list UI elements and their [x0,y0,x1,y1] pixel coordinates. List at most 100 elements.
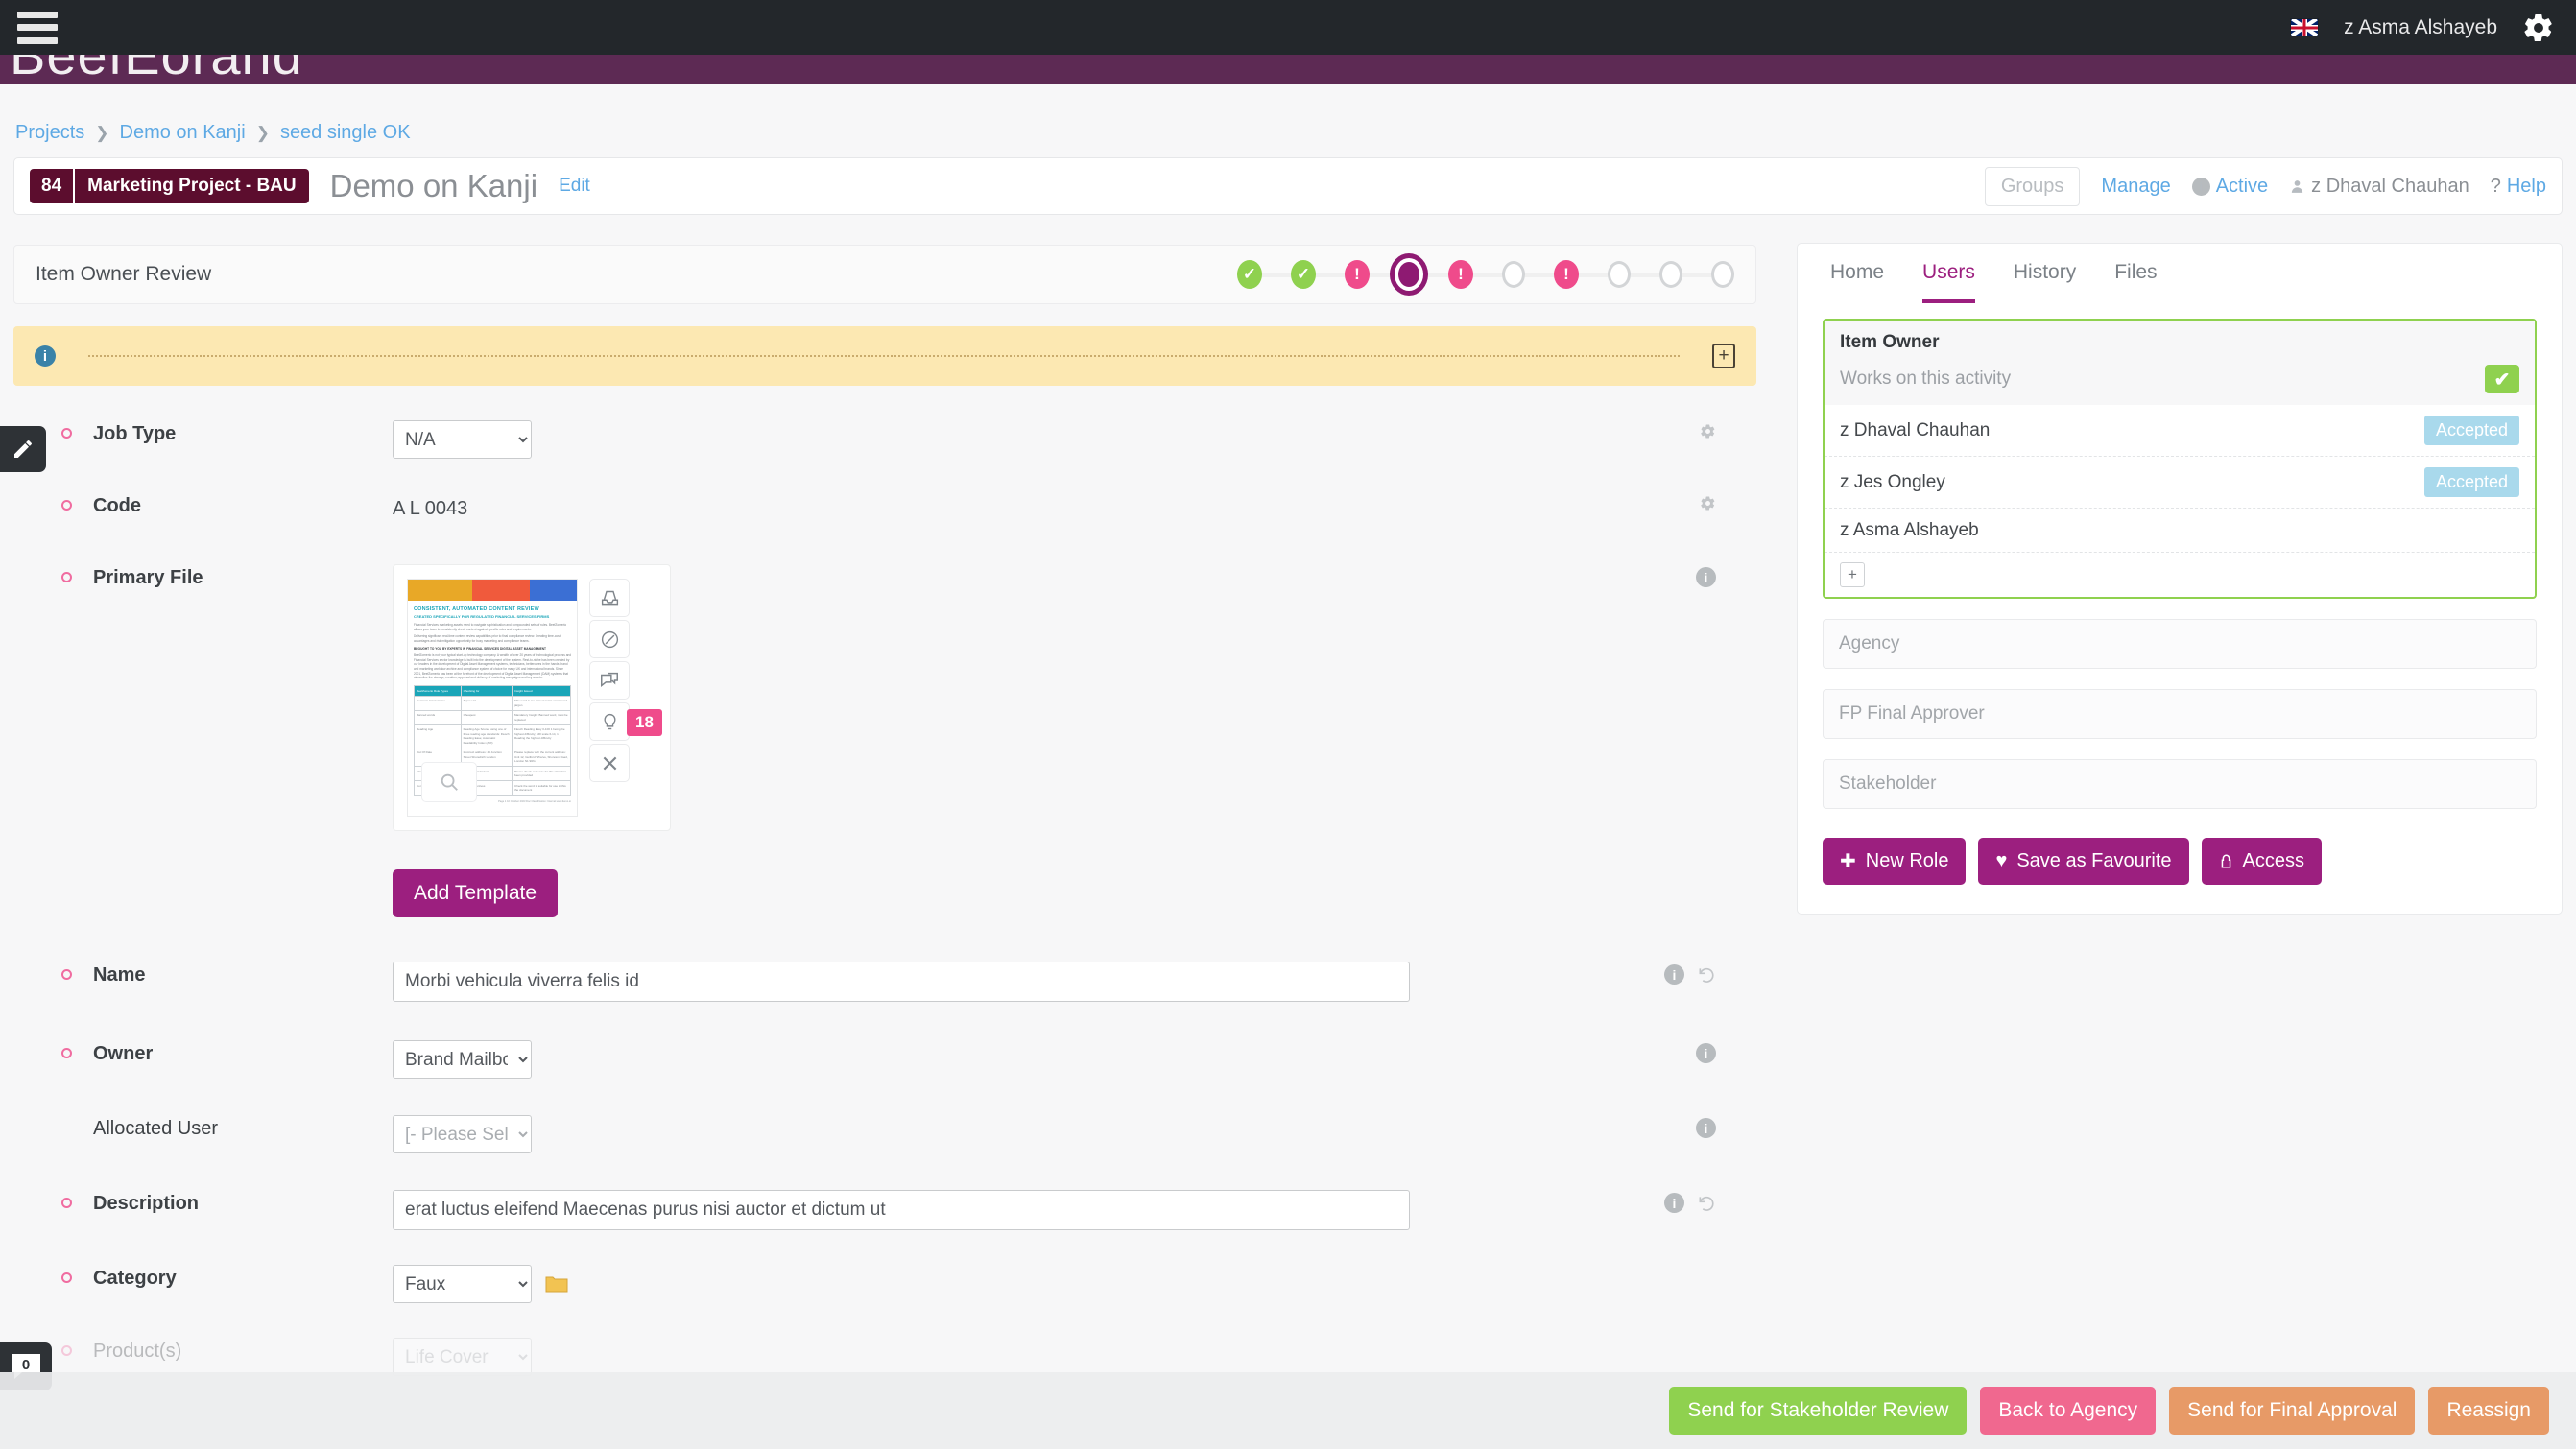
user-icon [2292,179,2303,193]
breadcrumb-item-seed-single-ok[interactable]: seed single OK [280,122,411,144]
hamburger-menu-icon[interactable] [17,11,58,44]
workflow-step-9[interactable] [1659,261,1682,288]
job-type-select[interactable]: N/A [393,420,532,459]
top-navigation-bar: z Asma Alshayeb [0,0,2576,55]
owner-label: Owner [93,1043,154,1064]
lightbulb-icon[interactable]: 18 [589,702,662,741]
add-template-button[interactable]: Add Template [393,869,559,917]
name-control [393,962,1756,1002]
workflow-step-10[interactable] [1711,261,1734,288]
required-marker [61,1272,72,1283]
project-name-badge[interactable]: Marketing Project - BAU [75,169,309,203]
table-cell: Flesch Reading Easy 0-100 1 being the hi… [514,727,565,741]
table-cell: This word is too casual and is considere… [514,699,567,707]
close-x-icon[interactable] [589,744,630,782]
access-label: Access [2242,850,2305,871]
comment-icon[interactable] [589,661,630,700]
tab-files[interactable]: Files [2114,261,2157,303]
tab-history[interactable]: History [2014,261,2076,303]
workflow-step-2[interactable]: ✓ [1291,260,1316,289]
tab-users[interactable]: Users [1922,261,1975,303]
owner-select[interactable]: Brand Mailbox [393,1040,532,1079]
reassign-button[interactable]: Reassign [2428,1387,2549,1435]
workflow-step-5[interactable]: ! [1448,260,1473,289]
workflow-connector [1370,272,1398,277]
right-sidebar: Home Users History Files Item Owner Work… [1797,243,2563,915]
table-row: Reading Age Reading Age Scored using one… [415,724,570,748]
tab-home[interactable]: Home [1830,261,1884,303]
uk-flag-icon[interactable] [2290,18,2320,36]
help-link[interactable]: Help [2507,176,2546,198]
send-for-final-approval-button[interactable]: Send for Final Approval [2169,1387,2416,1435]
pencil-icon [14,440,32,458]
gear-icon[interactable] [1700,495,1716,511]
active-status[interactable]: i Active [2191,176,2268,198]
description-input[interactable] [393,1190,1410,1230]
groups-button[interactable]: Groups [1984,166,2081,206]
gear-icon[interactable] [2522,12,2555,44]
new-role-button[interactable]: ✚ New Role [1823,838,1967,885]
role-user-name: z Asma Alshayeb [1840,519,1979,540]
table-cell: Typos / AI [462,696,513,710]
magnifier-icon[interactable] [421,762,477,802]
topbar-right-group: z Asma Alshayeb [2290,12,2576,44]
edit-title-link[interactable]: Edit [559,176,590,197]
allocated-user-label: Allocated User [93,1118,219,1139]
workflow-step-6[interactable] [1502,261,1525,288]
info-icon[interactable]: i [1664,1193,1684,1213]
current-user-label[interactable]: z Asma Alshayeb [2344,16,2497,39]
leaf-badge-icon[interactable] [589,620,630,658]
info-icon[interactable]: i [1664,964,1684,985]
info-icon[interactable]: i [1696,1043,1716,1063]
products-select[interactable]: Life Cover [393,1338,532,1376]
category-select[interactable]: Faux [393,1265,532,1303]
manage-link[interactable]: Manage [2101,176,2170,198]
plus-square-icon[interactable]: + [1712,344,1735,368]
breadcrumb-item-demo-on-kanji[interactable]: Demo on Kanji [120,122,246,144]
download-inbox-icon[interactable] [589,579,630,617]
item-owner-confirm-button[interactable]: ✔ [2485,365,2519,393]
edit-pencil-tab[interactable] [0,426,46,472]
info-icon[interactable]: i [1696,567,1716,587]
list-item[interactable]: z Asma Alshayeb [1825,509,2535,553]
allocated-user-select[interactable]: [- Please Select -] [393,1115,532,1153]
required-marker-placeholder [61,1123,72,1133]
form-row-owner: Owner Brand Mailbox i [13,1040,1756,1098]
category-control: Faux [393,1265,1756,1303]
workflow-step-7[interactable]: ! [1554,260,1579,289]
active-status-label[interactable]: Active [2216,176,2268,198]
workflow-step-3[interactable]: ! [1345,260,1370,289]
add-user-button[interactable]: + [1840,562,1865,587]
role-slot-fp-final-approver[interactable]: FP Final Approver [1823,689,2537,739]
document-preview-image[interactable]: CONSISTENT, AUTOMATED CONTENT REVIEW CRE… [407,579,578,817]
breadcrumb-separator-icon: ❯ [255,123,270,142]
add-user-row: + [1825,553,2535,597]
page-title-card: 84 Marketing Project - BAU Demo on Kanji… [13,157,2563,215]
name-input[interactable] [393,962,1410,1002]
access-button[interactable]: Access [2201,838,2323,885]
workflow-step-4-current[interactable] [1398,262,1419,287]
workflow-step-1[interactable]: ✓ [1237,260,1262,289]
table-header-cell: Checking for [462,686,513,696]
info-icon[interactable]: i [1696,1118,1716,1138]
role-slot-stakeholder[interactable]: Stakeholder [1823,759,2537,809]
save-as-favourite-button[interactable]: ♥ Save as Favourite [1978,838,2189,885]
document-paragraph: BROUGHT TO YOU BY EXPERTS IN FINANCIAL S… [414,646,546,651]
undo-revert-icon[interactable] [1697,965,1716,985]
products-control: Life Cover [393,1338,1756,1376]
undo-revert-icon[interactable] [1697,1194,1716,1213]
breadcrumb-item-projects[interactable]: Projects [15,122,84,144]
workflow-step-8[interactable] [1608,261,1631,288]
role-slot-agency[interactable]: Agency [1823,619,2537,669]
back-to-agency-button[interactable]: Back to Agency [1980,1387,2157,1435]
send-for-stakeholder-review-button[interactable]: Send for Stakeholder Review [1669,1387,1968,1435]
gear-icon[interactable] [1700,423,1716,439]
list-item[interactable]: z Dhaval Chauhan Accepted [1825,405,2535,457]
allocated-user-row-icons: i [1696,1118,1716,1138]
list-item[interactable]: z Jes Ongley Accepted [1825,457,2535,509]
help-link-group[interactable]: ? Help [2491,176,2546,198]
folder-icon[interactable] [545,1274,568,1294]
workflow-steps: ✓ ✓ ! ! ! [1237,260,1734,289]
required-marker [61,572,72,582]
page-title: Demo on Kanji [329,168,538,203]
